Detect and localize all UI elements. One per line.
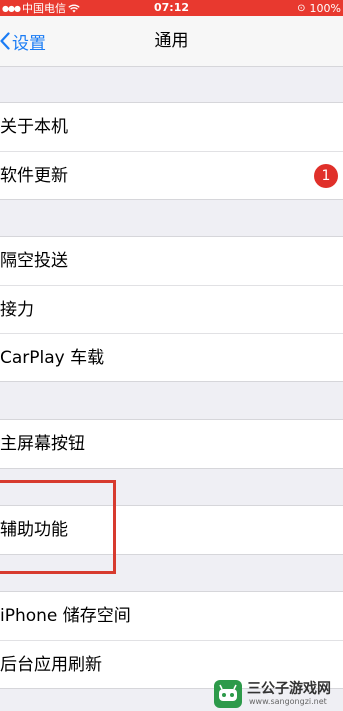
row-label: 隔空投送 [0,251,68,271]
orientation-lock-icon: ⊙ [297,2,306,14]
row-label: 主屏幕按钮 [0,434,85,454]
row-label: 接力 [0,300,34,320]
row-software-update[interactable]: 软件更新 1 [0,151,343,199]
row-home-button[interactable]: 主屏幕按钮 [0,420,343,468]
row-label: 软件更新 [0,166,68,186]
page-title: 通用 [154,31,189,51]
status-bar: ●●● 中国电信 07:12 ⊙ 100% [0,0,343,16]
watermark-title: 三公子游戏网 [247,681,331,697]
settings-group-storage: iPhone 储存空间 后台应用刷新 [0,591,343,689]
settings-group-home-button: 主屏幕按钮 [0,419,343,469]
update-badge: 1 [314,164,338,188]
watermark-url: www.sangongzi.net [249,697,327,706]
settings-group-sharing: 隔空投送 接力 CarPlay 车载 [0,236,343,382]
row-label: 后台应用刷新 [0,655,102,675]
status-time: 07:12 [153,1,189,14]
status-right: ⊙ 100% [297,0,341,16]
row-airdrop[interactable]: 隔空投送 [0,237,343,285]
row-label: iPhone 储存空间 [0,606,131,626]
watermark: 三公子游戏网 www.sangongzi.net [213,676,341,711]
row-label: CarPlay 车载 [0,348,105,368]
settings-group-about: 关于本机 软件更新 1 [0,102,343,200]
row-label: 关于本机 [0,117,68,137]
row-handoff[interactable]: 接力 [0,285,343,333]
row-carplay[interactable]: CarPlay 车载 [0,333,343,381]
battery-label: 100% [309,1,341,15]
highlight-box [0,480,116,574]
row-iphone-storage[interactable]: iPhone 储存空间 [0,592,343,640]
watermark-logo-icon [214,680,242,708]
navigation-bar: 设置 通用 [0,16,343,67]
row-about[interactable]: 关于本机 [0,103,343,151]
